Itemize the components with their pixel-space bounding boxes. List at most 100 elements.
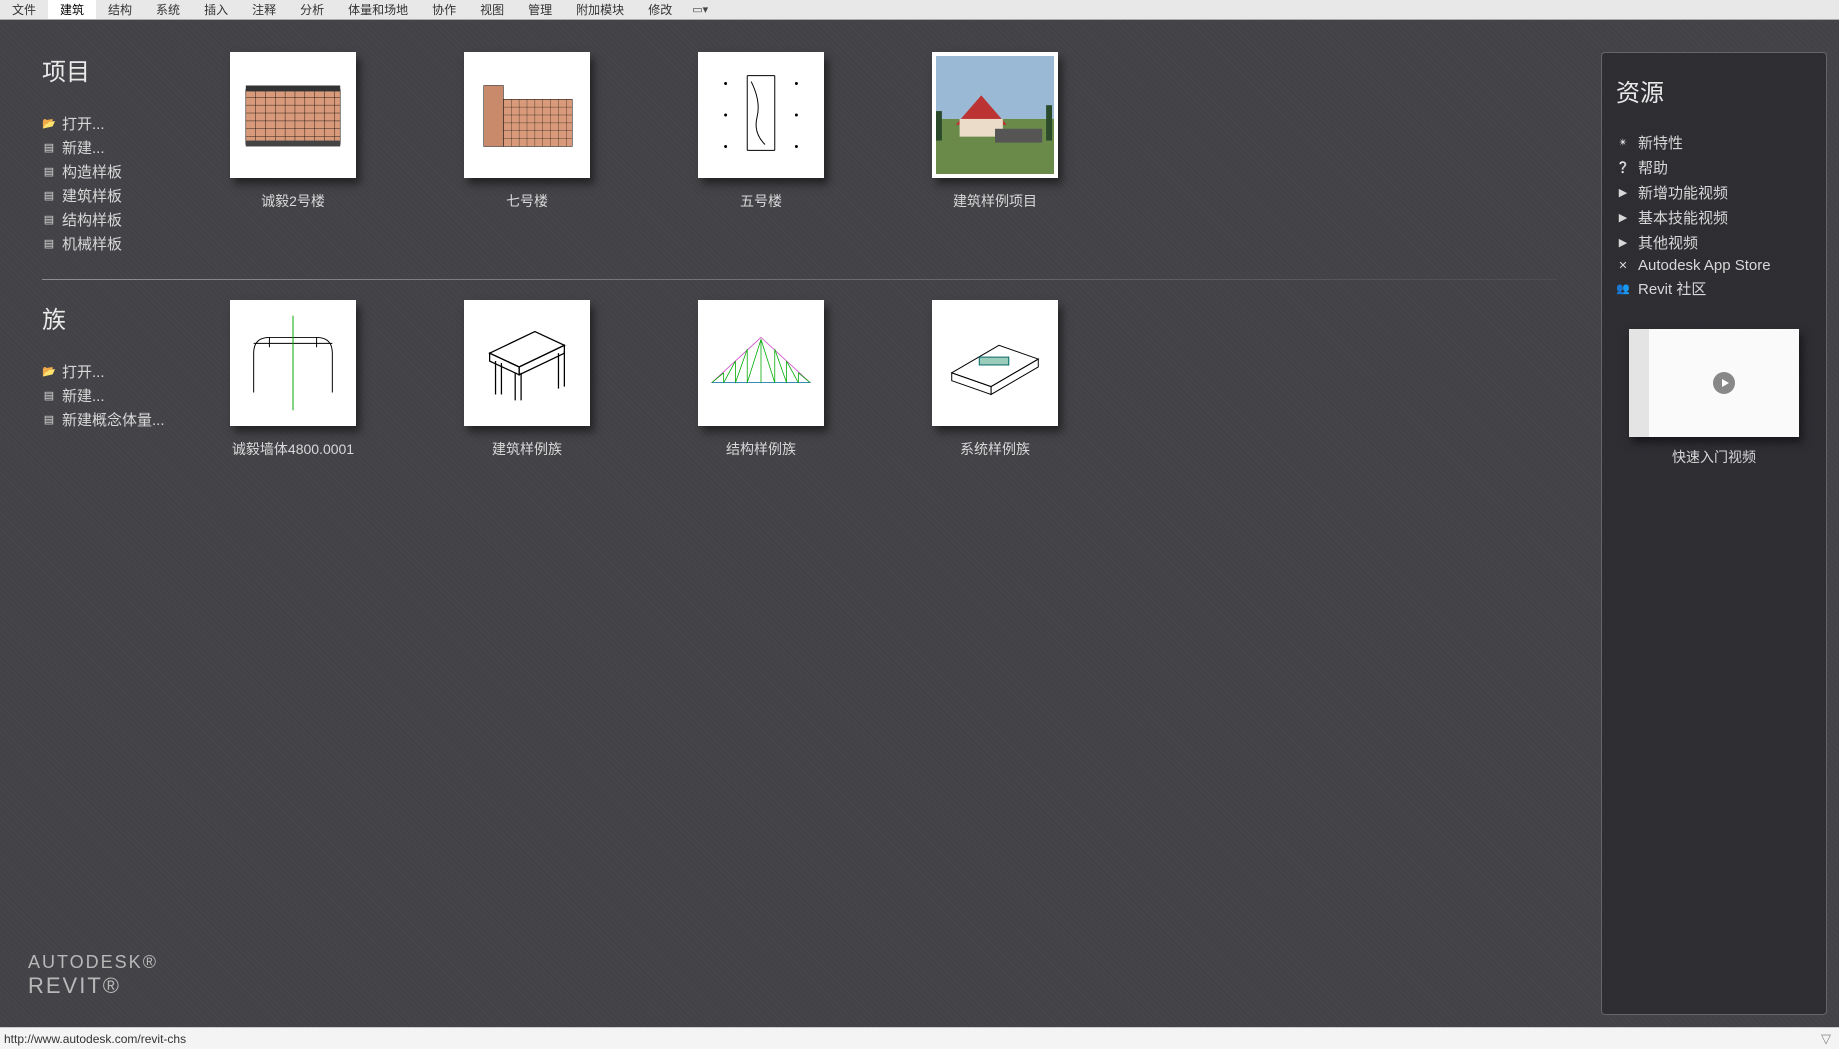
play-icon: ▶ [1616,236,1630,250]
family-label-3: 结构样例族 [726,439,796,459]
tab-file[interactable]: 文件 [0,0,48,19]
resources-links: ✴ 新特性 ❔ 帮助 ▶ 新增功能视频 ▶ 基本技能视频 ▶ 其他视频 ✕ Autodesk… [1616,132,1812,299]
families-thumbs: 诚毅墙体4800.0001 [222,300,1058,459]
start-left-content: 项目 📂打开... ▤新建... ▤构造样板 ▤建筑样板 ▤结构样板 ▤机械样板 [12,52,1587,1015]
status-bar: http://www.autodesk.com/revit-chs ▽ [0,1027,1839,1049]
quickstart-video[interactable]: 快速入门视频 [1616,329,1812,467]
project-label-4: 建筑样例项目 [953,191,1037,211]
status-url: http://www.autodesk.com/revit-chs [4,1032,186,1046]
play-icon: ▶ [1616,211,1630,225]
project-thumb-2 [464,52,590,178]
file-icon: ▤ [42,141,56,155]
tab-manage[interactable]: 管理 [516,0,564,19]
quickstart-video-label: 快速入门视频 [1672,447,1756,467]
family-label-2: 建筑样例族 [492,439,562,459]
play-button-icon [1713,372,1735,394]
filter-icon[interactable]: ▽ [1821,1031,1831,1047]
projects-links: 📂打开... ▤ 新建... ▤构造样板 ▤ 建筑样板 ▤结构样板 ▤机械样板 [42,113,222,254]
families-header-col: 族 📂 打开... ▤新建... ▤ 新建概念体量... [42,300,222,459]
tab-addins[interactable]: 附加模块 [564,0,636,19]
res-label: Revit 社区 [1638,278,1706,299]
logo-line2: REVIT® [28,973,158,999]
product-logo: AUTODESK® REVIT® [28,952,158,999]
projects-section: 项目 📂打开... ▤ 新建... ▤构造样板 ▤ 建筑样板 ▤结构样板 ▤机械样板 [42,52,1587,254]
file-icon: ▤ [42,413,56,427]
project-item-3[interactable]: 五号楼 [698,52,824,254]
res-essential-skills-video[interactable]: ▶ 基本技能视频 [1616,207,1812,228]
families-title: 族 [42,300,222,335]
tab-insert[interactable]: 插入 [192,0,240,19]
tab-massing-site[interactable]: 体量和场地 [336,0,420,19]
tab-systems[interactable]: 系统 [144,0,192,19]
families-new-conceptual-mass[interactable]: ▤ 新建概念体量... [42,409,222,430]
file-icon: ▤ [42,389,56,403]
tab-structure[interactable]: 结构 [96,0,144,19]
tab-analyze[interactable]: 分析 [288,0,336,19]
x-icon: ✕ [1616,259,1630,273]
project-label-1: 诚毅2号楼 [261,191,325,211]
quickstart-video-thumb [1629,329,1799,437]
project-thumb-1 [230,52,356,178]
file-icon: ▤ [42,165,56,179]
res-help[interactable]: ❔ 帮助 [1616,157,1812,178]
project-item-2[interactable]: 七号楼 [464,52,590,254]
family-label-1: 诚毅墙体4800.0001 [232,439,354,459]
project-label-3: 五号楼 [740,191,782,211]
tab-modify[interactable]: 修改 [636,0,684,19]
help-icon: ❔ [1616,161,1630,175]
family-item-4[interactable]: 系统样例族 [932,300,1058,459]
ribbon-tabs: 文件 建筑 结构 系统 插入 注释 分析 体量和场地 协作 视图 管理 附加模块… [0,0,1839,20]
projects-struct-template[interactable]: ▤结构样板 [42,209,222,230]
projects-mech-template[interactable]: ▤机械样板 [42,233,222,254]
family-item-2[interactable]: 建筑样例族 [464,300,590,459]
projects-title: 项目 [42,52,222,87]
tab-view[interactable]: 视图 [468,0,516,19]
tab-architecture[interactable]: 建筑 [48,0,96,19]
families-open[interactable]: 📂 打开... [42,361,222,382]
projects-open[interactable]: 📂打开... [42,113,222,134]
family-thumb-3 [698,300,824,426]
star-icon: ✴ [1616,136,1630,150]
project-item-4[interactable]: 建筑样例项目 [932,52,1058,254]
project-item-1[interactable]: 诚毅2号楼 [230,52,356,254]
family-thumb-4 [932,300,1058,426]
res-other-videos[interactable]: ▶ 其他视频 [1616,232,1812,253]
tab-annotate[interactable]: 注释 [240,0,288,19]
ribbon-dropdown-icon[interactable]: ▭▾ [692,3,708,16]
link-label: 新建概念体量... [62,409,165,430]
family-thumb-1 [230,300,356,426]
project-thumb-4 [932,52,1058,178]
family-item-3[interactable]: 结构样例族 [698,300,824,459]
res-new-features-video[interactable]: ▶ 新增功能视频 [1616,182,1812,203]
res-label: 帮助 [1638,157,1668,178]
resources-title: 资源 [1616,73,1812,108]
resources-panel: 资源 ✴ 新特性 ❔ 帮助 ▶ 新增功能视频 ▶ 基本技能视频 ▶ 其他视频 ✕ Autod… [1601,52,1827,1015]
play-icon: ▶ [1616,186,1630,200]
folder-icon: 📂 [42,365,56,379]
link-label: 打开... [62,361,105,382]
projects-new[interactable]: ▤ 新建... [42,137,222,158]
link-label: 新建... [62,137,105,158]
file-icon: ▤ [42,189,56,203]
families-links: 📂 打开... ▤新建... ▤ 新建概念体量... [42,361,222,430]
res-label: 其他视频 [1638,232,1698,253]
tab-collaborate[interactable]: 协作 [420,0,468,19]
projects-construction-template[interactable]: ▤构造样板 [42,161,222,182]
res-label: 新特性 [1638,132,1683,153]
projects-thumbs: 诚毅2号楼 七号楼 [222,52,1058,254]
projects-arch-template[interactable]: ▤ 建筑样板 [42,185,222,206]
res-label: 新增功能视频 [1638,182,1728,203]
res-label: 基本技能视频 [1638,207,1728,228]
res-app-store[interactable]: ✕ Autodesk App Store [1616,257,1812,274]
projects-header-col: 项目 📂打开... ▤ 新建... ▤构造样板 ▤ 建筑样板 ▤结构样板 ▤机械样板 [42,52,222,254]
family-item-1[interactable]: 诚毅墙体4800.0001 [230,300,356,459]
res-whats-new[interactable]: ✴ 新特性 [1616,132,1812,153]
families-section: 族 📂 打开... ▤新建... ▤ 新建概念体量... [42,300,1587,459]
family-thumb-2 [464,300,590,426]
res-label: Autodesk App Store [1638,257,1771,274]
folder-icon: 📂 [42,117,56,131]
start-screen: 项目 📂打开... ▤新建... ▤构造样板 ▤建筑样板 ▤结构样板 ▤机械样板 [0,20,1839,1027]
res-community[interactable]: 👥Revit 社区 [1616,278,1812,299]
families-new[interactable]: ▤新建... [42,385,222,406]
link-label: 建筑样板 [62,185,122,206]
